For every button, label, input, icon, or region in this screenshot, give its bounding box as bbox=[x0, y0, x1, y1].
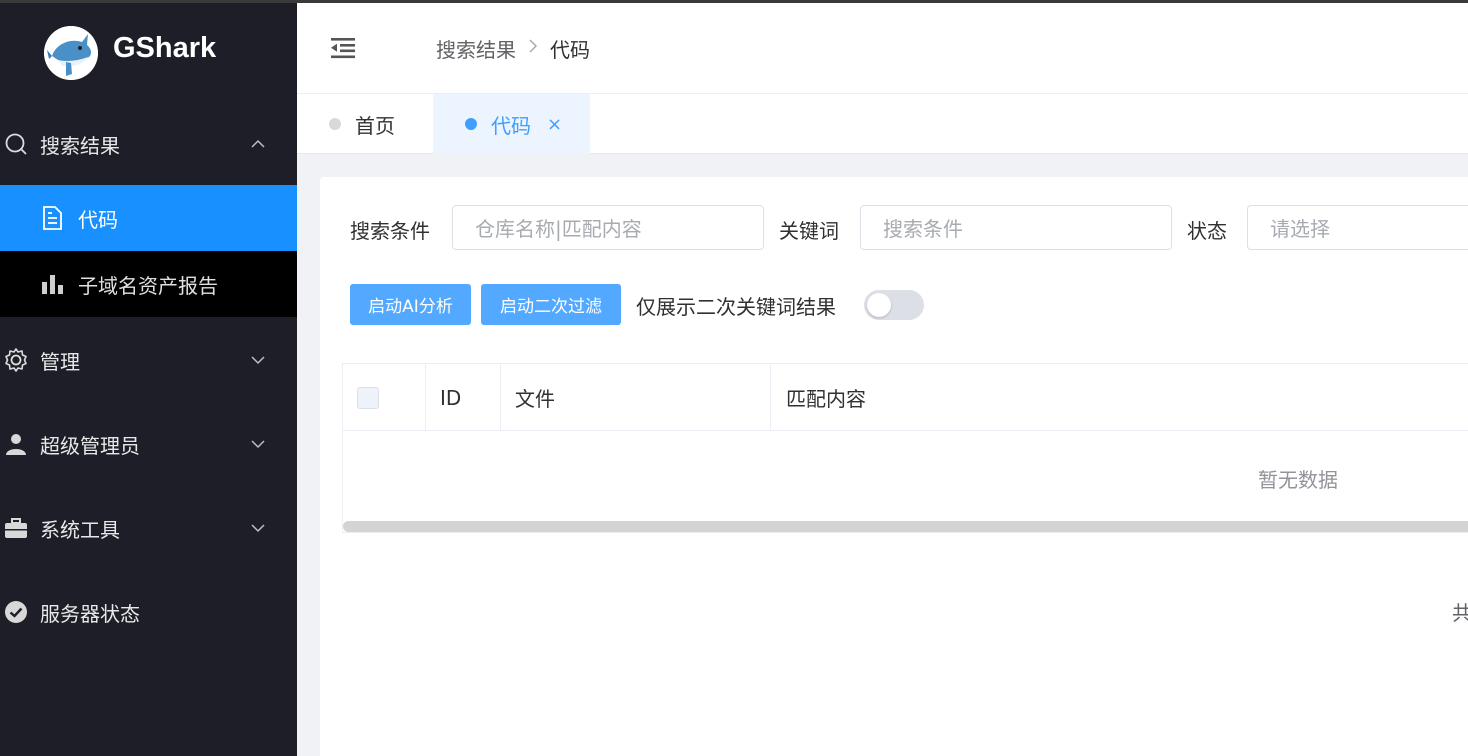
column-header-file[interactable]: 文件 bbox=[501, 364, 771, 431]
menu-group-label: 服务器状态 bbox=[40, 601, 140, 626]
status-select[interactable]: 请选择 bbox=[1247, 205, 1468, 250]
chevron-down-icon bbox=[250, 436, 266, 452]
start-secondary-filter-button[interactable]: 启动二次过滤 bbox=[481, 284, 621, 325]
keyword-input[interactable]: 搜索条件 bbox=[860, 205, 1172, 250]
bar-chart-icon bbox=[40, 272, 64, 296]
menu-group-search-results[interactable]: 搜索结果 bbox=[0, 114, 297, 174]
collapse-menu-icon[interactable] bbox=[329, 36, 357, 60]
tabs-bar: 首页 代码 × bbox=[297, 94, 1468, 154]
column-header-match-content[interactable]: 匹配内容 bbox=[771, 364, 1468, 431]
column-header-id[interactable]: ID bbox=[426, 364, 501, 431]
chevron-down-icon bbox=[250, 520, 266, 536]
user-icon bbox=[3, 431, 29, 457]
menu-group-system-tools[interactable]: 系统工具 bbox=[0, 498, 297, 558]
menu-group-label: 搜索结果 bbox=[40, 133, 120, 158]
close-icon[interactable]: × bbox=[547, 114, 562, 135]
search-condition-label: 搜索条件 bbox=[350, 219, 430, 243]
check-circle-icon bbox=[3, 599, 29, 625]
menu-group-label: 系统工具 bbox=[40, 517, 120, 542]
sidebar-item-label: 代码 bbox=[78, 207, 118, 232]
tab-home[interactable]: 首页 bbox=[329, 94, 395, 154]
keyword-label: 关键词 bbox=[779, 219, 839, 243]
tab-status-dot bbox=[465, 118, 477, 130]
sidebar-item-label: 子域名资产报告 bbox=[78, 273, 218, 298]
menu-group-manage[interactable]: 管理 bbox=[0, 330, 297, 390]
horizontal-scrollbar[interactable] bbox=[343, 521, 1468, 532]
tab-label: 代码 bbox=[491, 113, 531, 138]
top-header: 搜索结果 代码 bbox=[297, 3, 1468, 94]
document-icon bbox=[40, 206, 64, 230]
status-label: 状态 bbox=[1187, 219, 1227, 243]
select-all-checkbox[interactable] bbox=[357, 386, 379, 409]
tab-status-dot bbox=[329, 118, 341, 130]
menu-group-super-admin[interactable]: 超级管理员 bbox=[0, 414, 297, 474]
breadcrumb-separator-icon bbox=[528, 38, 538, 59]
main-card: 搜索条件 仓库名称|匹配内容 关键词 搜索条件 状态 请选择 启动AI分析 启动… bbox=[320, 177, 1468, 756]
sidebar-item-subdomain-report[interactable]: 子域名资产报告 bbox=[0, 251, 297, 317]
menu-group-server-status[interactable]: 服务器状态 bbox=[0, 582, 297, 642]
app-title: GShark bbox=[113, 32, 217, 64]
secondary-keyword-switch[interactable] bbox=[864, 290, 924, 320]
chevron-down-icon bbox=[250, 352, 266, 368]
results-table: ID 文件 匹配内容 暂无数据 bbox=[342, 363, 1468, 533]
breadcrumb-current: 代码 bbox=[550, 38, 590, 62]
sidebar: GShark 搜索结果 代码 子域名资产报告 管理 超级管理员 系统工具 服务器… bbox=[0, 0, 297, 756]
breadcrumb: 搜索结果 代码 bbox=[436, 34, 590, 63]
table-header: ID 文件 匹配内容 bbox=[343, 364, 1468, 431]
table-header-select bbox=[343, 364, 426, 431]
search-condition-input[interactable]: 仓库名称|匹配内容 bbox=[452, 205, 764, 250]
briefcase-icon bbox=[3, 515, 29, 541]
menu-group-label: 超级管理员 bbox=[40, 433, 140, 458]
start-ai-analysis-button[interactable]: 启动AI分析 bbox=[350, 284, 471, 325]
pagination-total: 共 bbox=[1452, 601, 1468, 625]
gear-icon bbox=[3, 347, 29, 373]
menu-group-label: 管理 bbox=[40, 349, 80, 374]
sidebar-item-code[interactable]: 代码 bbox=[0, 185, 297, 251]
breadcrumb-item[interactable]: 搜索结果 bbox=[436, 34, 516, 63]
window-top-border bbox=[0, 0, 1468, 3]
tab-label: 首页 bbox=[355, 113, 395, 138]
switch-knob bbox=[867, 293, 891, 317]
empty-state-text: 暂无数据 bbox=[1258, 468, 1338, 492]
chevron-up-icon bbox=[250, 136, 266, 152]
tab-code[interactable]: 代码 × bbox=[433, 94, 590, 154]
shark-logo bbox=[44, 26, 98, 80]
search-icon bbox=[3, 131, 29, 157]
secondary-keyword-switch-label: 仅展示二次关键词结果 bbox=[636, 295, 836, 319]
